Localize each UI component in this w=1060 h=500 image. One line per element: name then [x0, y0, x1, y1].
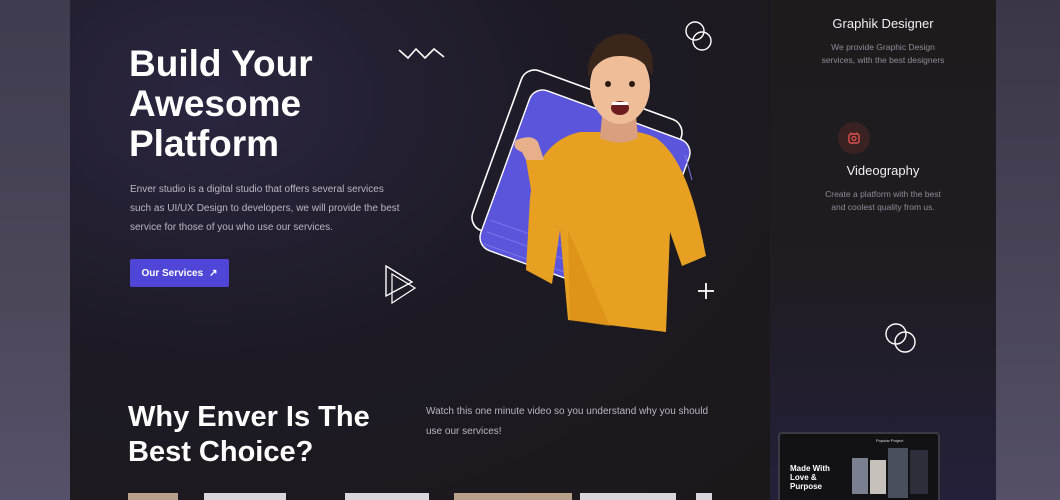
service-card-graphic[interactable]: Graphik Designer We provide Graphic Desi…: [770, 16, 996, 67]
hero-title: Build Your Awesome Platform: [129, 43, 313, 164]
mockup-headline: Made With Love & Purpose: [790, 464, 830, 491]
thumbnail[interactable]: [204, 493, 286, 500]
thumbnail[interactable]: [696, 493, 712, 500]
zigzag-decoration-icon: [398, 47, 445, 60]
service-title: Graphik Designer: [832, 16, 934, 31]
hero-description: Enver studio is a digital studio that of…: [130, 184, 400, 233]
service-description: We provide Graphic Design services, with…: [821, 42, 945, 65]
our-services-label: Our Services: [141, 267, 204, 279]
mockup-image: [852, 458, 868, 494]
portfolio-mockup-preview[interactable]: Popular Project Made With Love & Purpose: [778, 432, 940, 500]
hero-page-panel: Build Your Awesome Platform Enver studio…: [70, 0, 770, 500]
mockup-image: [870, 460, 886, 494]
circles-decoration-icon: [885, 323, 916, 353]
thumbnail[interactable]: [345, 493, 429, 500]
right-backdrop: [996, 0, 1060, 500]
service-title: Videography: [846, 163, 920, 178]
mockup-image: [888, 448, 908, 498]
thumbnail[interactable]: [128, 493, 178, 500]
hero-person-illustration: [471, 33, 706, 332]
play-decoration-icon: [385, 264, 417, 305]
video-icon: [838, 122, 870, 154]
why-section-description: Watch this one minute video so you under…: [426, 406, 709, 437]
service-description: Create a platform with the best and cool…: [825, 189, 941, 212]
service-card-videography[interactable]: Videography Create a platform with the b…: [770, 163, 996, 214]
mockup-image: [910, 450, 928, 494]
services-side-panel: Graphik Designer We provide Graphic Desi…: [770, 0, 996, 500]
arrow-up-right-icon: ↗: [209, 267, 218, 279]
thumbnail[interactable]: [580, 493, 676, 500]
why-section-title: Why Enver Is The Best Choice?: [128, 401, 370, 468]
our-services-button[interactable]: Our Services ↗: [130, 259, 229, 287]
video-thumbnails-strip: [128, 493, 718, 500]
thumbnail[interactable]: [454, 493, 572, 500]
left-backdrop: [0, 0, 70, 500]
mockup-label: Popular Project: [876, 438, 904, 443]
